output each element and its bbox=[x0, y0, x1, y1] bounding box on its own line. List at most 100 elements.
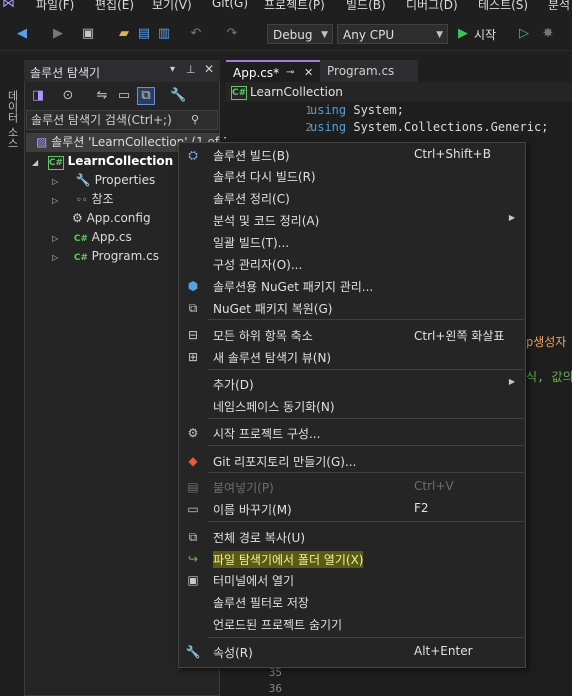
expanded-arrow-icon: ◢ bbox=[32, 158, 39, 167]
save-all-icon[interactable]: ▥ bbox=[156, 26, 172, 42]
menu-bar: ⋈ 파일(F) 편집(E) 보기(V) Git(G) 프로젝트(P) 빌드(B)… bbox=[0, 0, 572, 14]
undo-icon[interactable]: ↶ bbox=[188, 26, 204, 42]
redo-icon[interactable]: ↷ bbox=[224, 26, 240, 42]
references-icon: ◦◦ bbox=[75, 195, 88, 206]
menu-item-restore-nuget[interactable]: ⧉ NuGet 패키지 복원(G) bbox=[179, 297, 525, 318]
tree-item-properties[interactable]: ▷ 🔧 Properties bbox=[52, 171, 155, 190]
pin-icon[interactable]: ⊸ bbox=[286, 62, 294, 84]
pane-dropdown-icon[interactable]: ▾ bbox=[170, 64, 175, 75]
tree-item-program-cs[interactable]: ▷ C# Program.cs bbox=[52, 247, 159, 266]
start-without-debug-icon[interactable]: ▷ bbox=[516, 26, 532, 42]
csharp-file-icon: C# bbox=[73, 253, 88, 263]
configuration-select[interactable]: Debug ▼ bbox=[267, 24, 333, 44]
config-file-icon: ⚙ bbox=[72, 211, 83, 225]
menu-item-save-as-filter[interactable]: 솔루션 필터로 저장 bbox=[179, 591, 525, 612]
menu-edit[interactable]: 편집(E) bbox=[95, 0, 134, 13]
menu-analyze[interactable]: 분석 bbox=[548, 0, 570, 13]
copy-path-icon: ⧉ bbox=[188, 530, 198, 544]
menu-item-hide-unloaded[interactable]: 언로드된 프로젝트 숨기기 bbox=[179, 613, 525, 634]
solution-icon: ▨ bbox=[36, 135, 48, 149]
toolbar: ◀ ▶ ▣ ▰ ▤ ▥ ↶ ↷ Debug ▼ Any CPU ▼ ▶ 시작 ▷ ✸ bbox=[0, 20, 572, 51]
collapse-icon: ⊟ bbox=[187, 328, 199, 342]
menu-item-properties[interactable]: 🔧 속성(R) Alt+Enter bbox=[179, 641, 525, 662]
menu-separator bbox=[208, 521, 524, 522]
new-view-icon: ⊞ bbox=[187, 350, 199, 364]
menu-item-build-solution[interactable]: ⛭ 솔루션 빌드(B) Ctrl+Shift+B bbox=[179, 144, 525, 165]
back-icon[interactable]: ◀ bbox=[14, 26, 30, 42]
open-folder-icon[interactable]: ▰ bbox=[116, 26, 132, 42]
menu-project[interactable]: 프로젝트(P) bbox=[264, 0, 325, 13]
properties-icon[interactable]: 🔧 bbox=[170, 88, 186, 104]
start-button[interactable]: 시작 bbox=[474, 26, 496, 43]
code-fragment: p생성자 bbox=[526, 335, 567, 349]
menu-item-analyze-cleanup[interactable]: 분석 및 코드 정리(A) ▶ bbox=[179, 209, 525, 230]
solution-explorer-toolbar: ◨ ⊙ ⇋ ▭ ⧉ 🔧 bbox=[24, 84, 220, 108]
show-all-files-icon[interactable]: ⧉ bbox=[137, 87, 155, 105]
pin-icon[interactable]: ⊥ bbox=[186, 63, 196, 76]
wrench-icon: 🔧 bbox=[75, 173, 91, 187]
menu-item-batch-build[interactable]: 일괄 빌드(T)... bbox=[179, 231, 525, 252]
forward-icon[interactable]: ▶ bbox=[50, 26, 66, 42]
tab-program-cs[interactable]: Program.cs bbox=[320, 60, 418, 82]
menu-build[interactable]: 빌드(B) bbox=[346, 0, 386, 13]
menu-view[interactable]: 보기(V) bbox=[152, 0, 192, 13]
menu-git[interactable]: Git(G) bbox=[212, 0, 248, 10]
hot-reload-icon[interactable]: ✸ bbox=[540, 26, 556, 42]
vs-logo-icon[interactable]: ⋈ bbox=[2, 0, 15, 11]
menu-item-copy-full-path[interactable]: ⧉ 전체 경로 복사(U) bbox=[179, 526, 525, 547]
menu-item-startup-projects[interactable]: ⚙ 시작 프로젝트 구성... bbox=[179, 422, 525, 443]
git-icon: ◆ bbox=[188, 454, 198, 468]
menu-test[interactable]: 테스트(S) bbox=[478, 0, 528, 13]
collapsed-arrow-icon: ▷ bbox=[52, 196, 59, 205]
collapsed-arrow-icon: ▷ bbox=[52, 234, 59, 243]
tree-item-project[interactable]: ◢ C# LearnCollection bbox=[32, 152, 173, 171]
menu-item-open-terminal[interactable]: ▣ 터미널에서 열기 bbox=[179, 569, 525, 590]
menu-separator bbox=[208, 369, 524, 370]
csharp-project-icon: C# bbox=[47, 156, 64, 170]
csharp-project-icon: C# bbox=[231, 86, 247, 100]
submenu-arrow-icon: ▶ bbox=[508, 377, 515, 386]
solution-search-input[interactable]: 솔루션 탐색기 검색(Ctrl+;) ⚲ bbox=[26, 110, 218, 130]
menu-item-collapse-all[interactable]: ⊟ 모든 하위 항목 축소 Ctrl+왼쪽 화살표 bbox=[179, 324, 525, 345]
menu-item-config-manager[interactable]: 구성 관리자(O)... bbox=[179, 253, 525, 274]
menu-item-rename[interactable]: ▭ 이름 바꾸기(M) F2 bbox=[179, 498, 525, 519]
chevron-down-icon: ▼ bbox=[321, 30, 328, 40]
menu-debug[interactable]: 디버그(D) bbox=[406, 0, 458, 13]
new-project-icon[interactable]: ▣ bbox=[80, 26, 96, 42]
data-sources-tab[interactable]: 데이터 소스 bbox=[2, 90, 20, 170]
pending-changes-icon[interactable]: ⊙ bbox=[60, 88, 76, 104]
tree-item-app-config[interactable]: ⚙ App.config bbox=[52, 209, 151, 228]
collapse-all-icon[interactable]: ▭ bbox=[116, 88, 132, 104]
sync-icon[interactable]: ⇋ bbox=[94, 88, 110, 104]
tab-app-cs[interactable]: App.cs* ⊸ ✕ bbox=[226, 60, 320, 82]
open-folder-icon: ↪ bbox=[187, 552, 199, 566]
nuget-icon: ⬢ bbox=[187, 279, 199, 293]
restore-icon: ⧉ bbox=[188, 301, 198, 315]
menu-separator bbox=[208, 472, 524, 473]
platform-select[interactable]: Any CPU ▼ bbox=[337, 24, 448, 44]
menu-item-sync-namespaces[interactable]: 네임스페이스 동기화(N) bbox=[179, 395, 525, 416]
menu-item-manage-nuget[interactable]: ⬢ 솔루션용 NuGet 패키지 관리... bbox=[179, 275, 525, 296]
editor-nav-bar[interactable]: C# LearnCollection bbox=[226, 82, 572, 103]
menu-item-add[interactable]: 추가(D) ▶ bbox=[179, 373, 525, 394]
menu-item-new-explorer-view[interactable]: ⊞ 새 솔루션 탐색기 뷰(N) bbox=[179, 346, 525, 367]
terminal-icon: ▣ bbox=[187, 573, 199, 587]
close-icon[interactable]: ✕ bbox=[204, 62, 214, 76]
close-icon[interactable]: ✕ bbox=[304, 62, 313, 84]
code-line: using System; bbox=[310, 103, 404, 117]
menu-item-paste[interactable]: ▤ 붙여넣기(P) Ctrl+V bbox=[179, 476, 525, 497]
menu-separator bbox=[208, 418, 524, 419]
start-icon[interactable]: ▶ bbox=[455, 26, 471, 42]
menu-item-create-git-repo[interactable]: ◆ Git 리포지토리 만들기(G)... bbox=[179, 450, 525, 471]
menu-item-rebuild-solution[interactable]: 솔루션 다시 빌드(R) bbox=[179, 165, 525, 186]
menu-item-clean-solution[interactable]: 솔루션 정리(C) bbox=[179, 187, 525, 208]
wrench-icon: 🔧 bbox=[185, 645, 201, 659]
code-line: using System.Collections.Generic; bbox=[310, 120, 549, 134]
menu-file[interactable]: 파일(F) bbox=[36, 0, 74, 13]
submenu-arrow-icon: ▶ bbox=[508, 213, 515, 222]
save-icon[interactable]: ▤ bbox=[136, 26, 152, 42]
tree-item-app-cs[interactable]: ▷ C# App.cs bbox=[52, 228, 132, 247]
tree-item-references[interactable]: ▷ ◦◦ 참조 bbox=[52, 190, 114, 209]
switch-views-icon[interactable]: ◨ bbox=[30, 88, 46, 104]
menu-item-open-in-explorer[interactable]: ↪ 파일 탐색기에서 폴더 열기(X) bbox=[179, 548, 525, 569]
